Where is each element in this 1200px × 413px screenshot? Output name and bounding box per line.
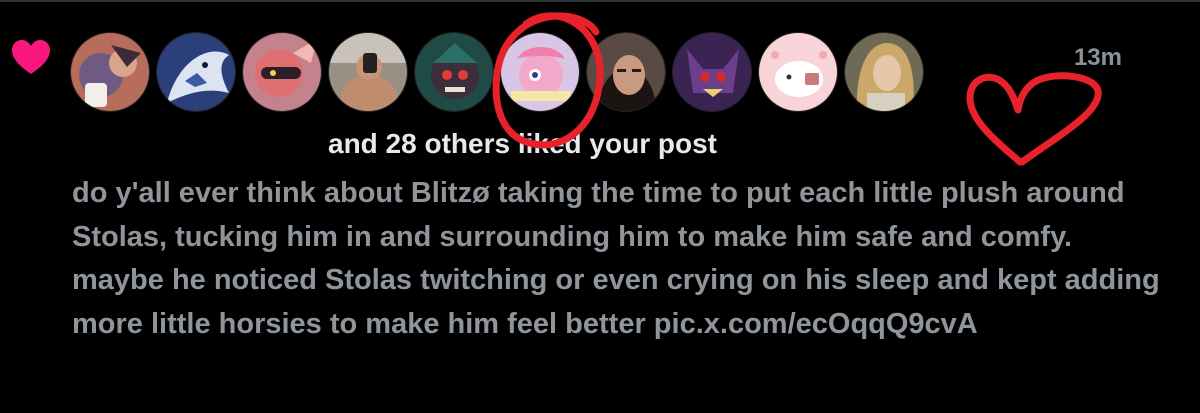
avatar[interactable] <box>242 32 322 112</box>
post-text: do y'all ever think about Blitzø taking … <box>72 177 1160 340</box>
avatar[interactable] <box>156 32 236 112</box>
avatar[interactable] <box>758 32 838 112</box>
avatar[interactable] <box>844 32 924 112</box>
notification-summary: and 28 others liked your post <box>328 128 717 159</box>
liker-avatars <box>70 32 924 112</box>
avatar[interactable] <box>70 32 150 112</box>
avatar[interactable] <box>414 32 494 112</box>
avatar[interactable] <box>672 32 752 112</box>
timestamp: 13m <box>1073 44 1122 71</box>
avatar[interactable] <box>500 32 580 112</box>
like-notification[interactable]: 13m and 28 others liked your post do y'a… <box>0 0 1200 413</box>
avatar[interactable] <box>328 32 408 112</box>
post-media-link[interactable]: pic.x.com/ecOqqQ9cvA <box>654 308 978 340</box>
heart-icon <box>12 40 50 74</box>
post-preview[interactable]: do y'all ever think about Blitzø taking … <box>72 172 1162 346</box>
avatar[interactable] <box>586 32 666 112</box>
